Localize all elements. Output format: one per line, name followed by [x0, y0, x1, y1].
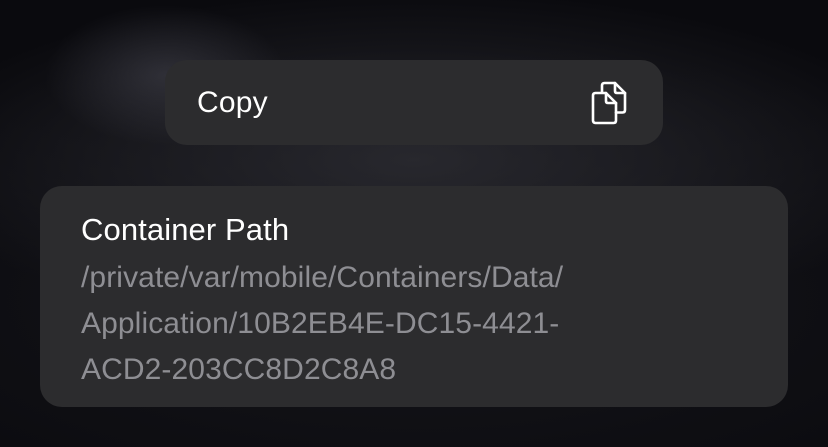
container-path-card: Container Path /private/var/mobile/Conta… [40, 186, 788, 407]
container-path-value: /private/var/mobile/Containers/Data/ App… [81, 261, 564, 386]
container-path-title: Container Path [81, 212, 290, 247]
copy-label: Copy [197, 85, 268, 119]
copy-icon [589, 80, 629, 126]
copy-menu-item[interactable]: Copy [165, 60, 663, 145]
